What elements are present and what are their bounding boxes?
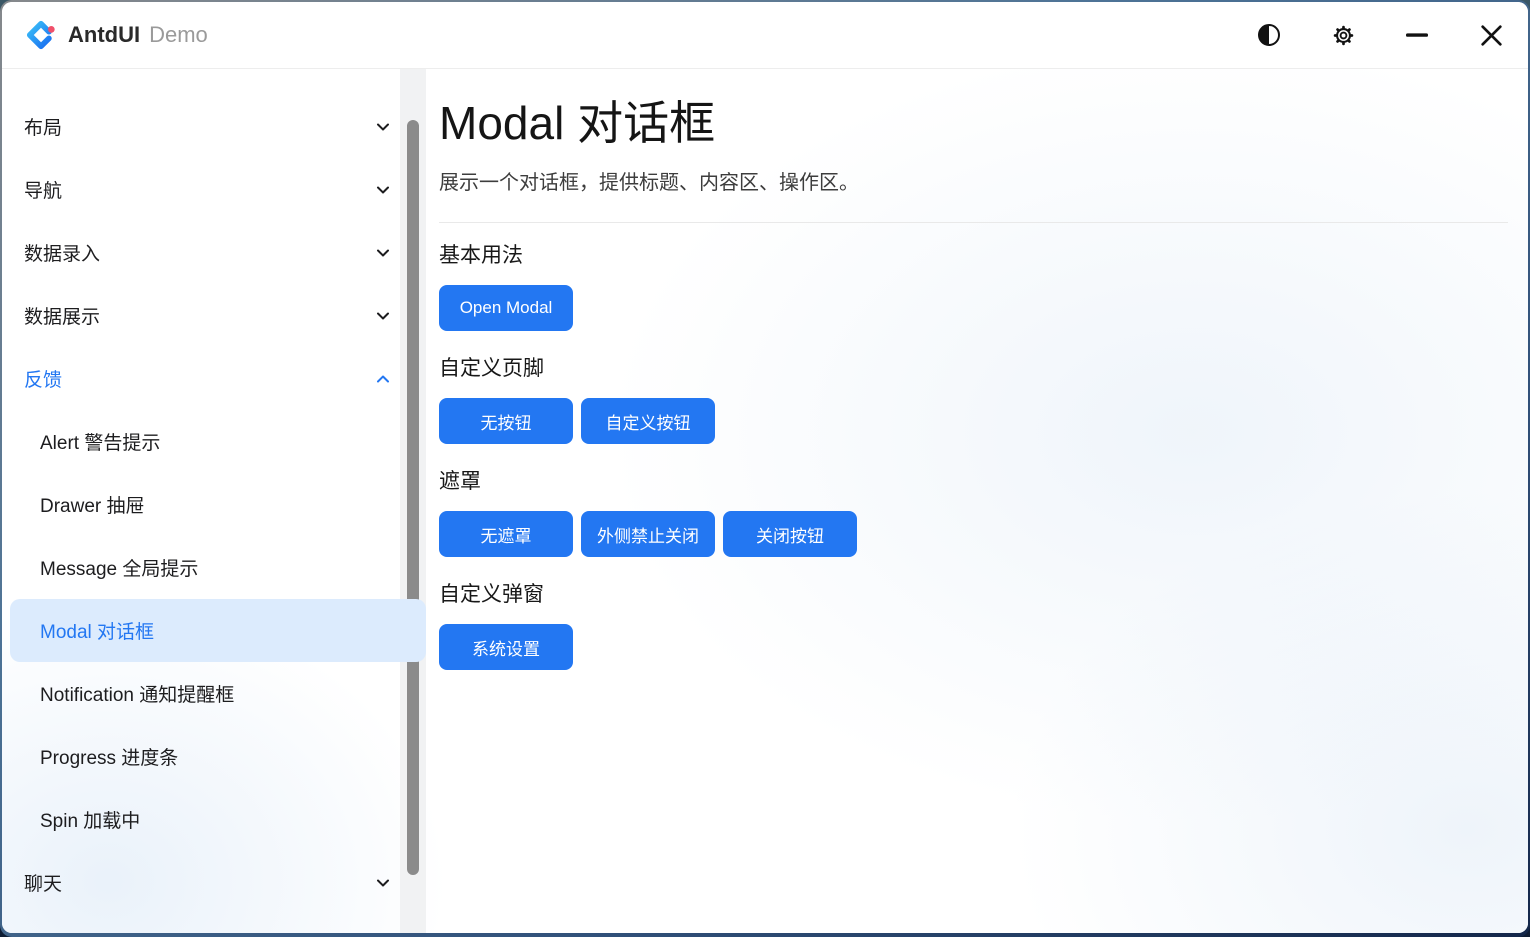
sidebar-group-layout[interactable]: 布局	[2, 95, 426, 158]
button-row: Open Modal	[439, 285, 1508, 331]
chevron-down-icon	[374, 874, 392, 892]
sidebar: 布局 导航 数据录入	[2, 69, 426, 933]
section-basic-usage: 基本用法 Open Modal	[439, 239, 1508, 331]
app-title: AntdUI	[68, 22, 140, 48]
settings-button[interactable]	[1320, 12, 1366, 58]
chevron-up-icon	[374, 370, 392, 388]
sidebar-item-label: Spin 加载中	[40, 806, 140, 833]
sidebar-item-alert[interactable]: Alert 警告提示	[2, 410, 426, 473]
page-title: Modal 对话框	[439, 87, 1508, 153]
page-description: 展示一个对话框，提供标题、内容区、操作区。	[439, 166, 1508, 195]
minimize-icon	[1404, 22, 1430, 48]
sidebar-item-label: Alert 警告提示	[40, 428, 160, 455]
sidebar-item-label: Notification 通知提醒框	[40, 680, 234, 707]
section-heading: 遮罩	[439, 465, 1508, 495]
gear-icon	[1330, 22, 1357, 49]
custom-buttons-button[interactable]: 自定义按钮	[581, 398, 715, 444]
section-custom-dialog: 自定义弹窗 系统设置	[439, 578, 1508, 670]
section-custom-footer: 自定义页脚 无按钮 自定义按钮	[439, 352, 1508, 444]
window-frame: AntdUI Demo	[0, 0, 1530, 937]
sidebar-group-feedback[interactable]: 反馈	[2, 347, 426, 410]
sidebar-group-navigation[interactable]: 导航	[2, 158, 426, 221]
no-mask-button[interactable]: 无遮罩	[439, 511, 573, 557]
contrast-half-circle-icon	[1256, 22, 1282, 48]
app-window: AntdUI Demo	[2, 2, 1528, 933]
divider	[439, 222, 1508, 223]
chevron-down-icon	[374, 244, 392, 262]
chevron-down-icon	[374, 181, 392, 199]
sidebar-group-label: 数据展示	[24, 302, 100, 329]
section-heading: 自定义弹窗	[439, 578, 1508, 608]
sidebar-item-label: Message 全局提示	[40, 554, 198, 581]
button-row: 无遮罩 外侧禁止关闭 关闭按钮	[439, 511, 1508, 557]
sidebar-item-label: Modal 对话框	[40, 617, 154, 644]
button-row: 无按钮 自定义按钮	[439, 398, 1508, 444]
no-buttons-button[interactable]: 无按钮	[439, 398, 573, 444]
sidebar-group-chat[interactable]: 聊天	[2, 851, 426, 914]
main-content: Modal 对话框 展示一个对话框，提供标题、内容区、操作区。 基本用法 Ope…	[426, 69, 1528, 933]
section-heading: 自定义页脚	[439, 352, 1508, 382]
outside-no-close-button[interactable]: 外侧禁止关闭	[581, 511, 715, 557]
sidebar-item-spin[interactable]: Spin 加载中	[2, 788, 426, 851]
sidebar-item-label: Drawer 抽屉	[40, 491, 145, 518]
sidebar-group-label: 布局	[24, 113, 62, 140]
sidebar-item-drawer[interactable]: Drawer 抽屉	[2, 473, 426, 536]
open-modal-button[interactable]: Open Modal	[439, 285, 573, 331]
app-logo-icon	[26, 20, 56, 50]
sidebar-item-message[interactable]: Message 全局提示	[2, 536, 426, 599]
system-settings-button[interactable]: 系统设置	[439, 624, 573, 670]
app-subtitle: Demo	[149, 22, 208, 48]
theme-toggle-button[interactable]	[1246, 12, 1292, 58]
sidebar-item-label: Progress 进度条	[40, 743, 178, 770]
close-button[interactable]	[1468, 12, 1514, 58]
section-mask: 遮罩 无遮罩 外侧禁止关闭 关闭按钮	[439, 465, 1508, 557]
titlebar: AntdUI Demo	[2, 2, 1528, 69]
app-body: 布局 导航 数据录入	[2, 69, 1528, 933]
sidebar-group-label: 数据录入	[24, 239, 100, 266]
chevron-down-icon	[374, 307, 392, 325]
sidebar-group-data-entry[interactable]: 数据录入	[2, 221, 426, 284]
sidebar-item-modal[interactable]: Modal 对话框	[10, 599, 426, 662]
minimize-button[interactable]	[1394, 12, 1440, 58]
chevron-down-icon	[374, 118, 392, 136]
sidebar-group-label: 导航	[24, 176, 62, 203]
sidebar-group-label: 聊天	[24, 869, 62, 896]
sidebar-item-notification[interactable]: Notification 通知提醒框	[2, 662, 426, 725]
sidebar-item-progress[interactable]: Progress 进度条	[2, 725, 426, 788]
close-btn-demo-button[interactable]: 关闭按钮	[723, 511, 857, 557]
sidebar-group-label: 反馈	[24, 365, 62, 392]
section-heading: 基本用法	[439, 239, 1508, 269]
close-icon	[1478, 22, 1505, 49]
titlebar-actions	[1246, 12, 1514, 58]
button-row: 系统设置	[439, 624, 1508, 670]
sidebar-group-data-display[interactable]: 数据展示	[2, 284, 426, 347]
